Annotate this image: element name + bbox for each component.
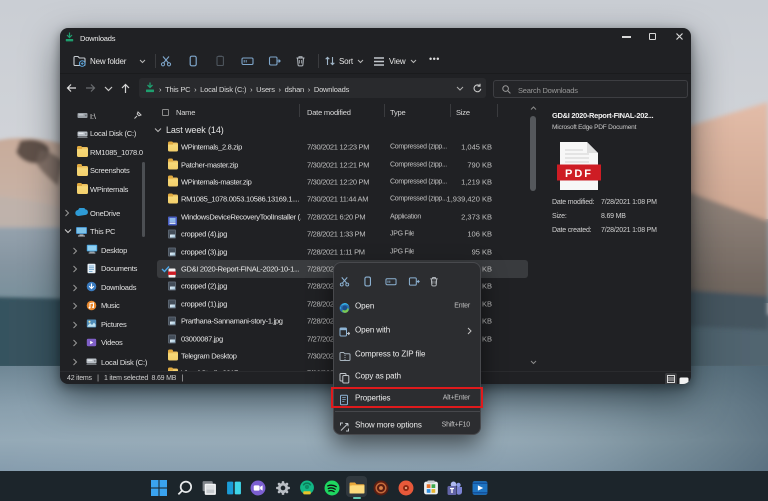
svg-text:PDF: PDF — [565, 168, 593, 180]
